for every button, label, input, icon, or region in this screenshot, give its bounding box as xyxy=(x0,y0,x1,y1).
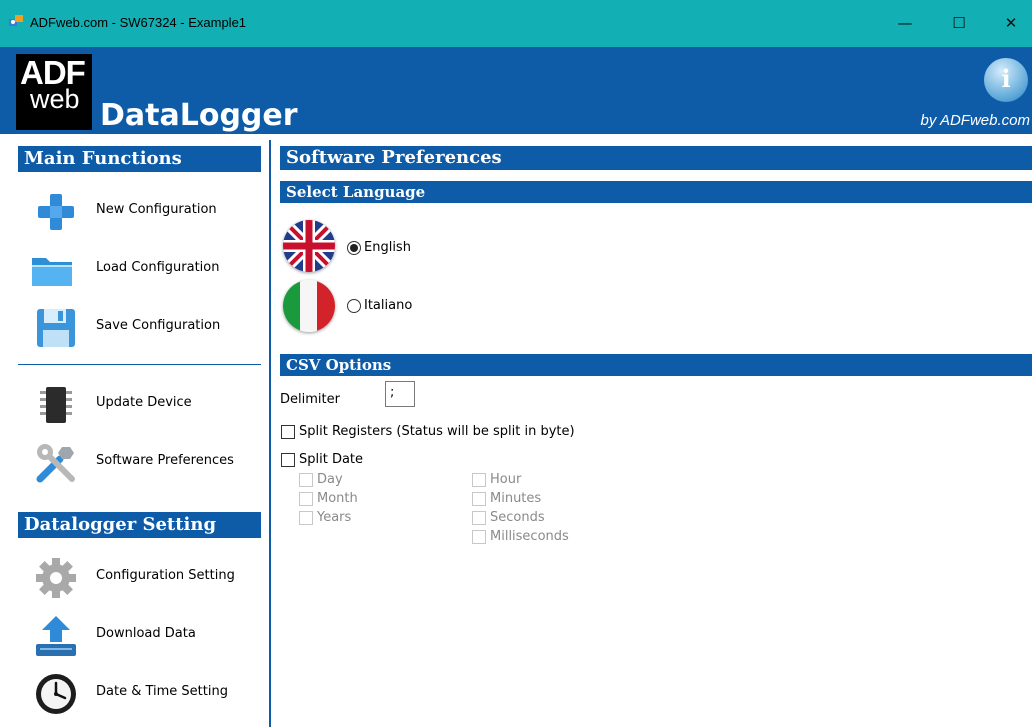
day-checkbox[interactable]: Day xyxy=(299,472,343,487)
split-date-label: Split Date xyxy=(299,452,364,467)
download-data-label: Download Data xyxy=(96,626,196,641)
years-label: Years xyxy=(317,510,352,525)
adfweb-logo: ADF web xyxy=(16,54,92,130)
seconds-label: Seconds xyxy=(490,510,545,525)
milliseconds-checkbox[interactable]: Milliseconds xyxy=(472,529,569,544)
delimiter-input[interactable]: ; xyxy=(385,381,415,407)
byline: by ADFweb.com xyxy=(920,112,1030,129)
years-checkbox[interactable]: Years xyxy=(299,510,351,525)
chip-icon xyxy=(40,387,72,423)
split-registers-label: Split Registers (Status will be split in… xyxy=(299,424,575,439)
checkbox-box[interactable] xyxy=(299,472,313,487)
select-language-heading: Select Language xyxy=(280,181,1032,203)
update-device-label: Update Device xyxy=(96,395,192,410)
split-date-checkbox[interactable]: Split Date xyxy=(281,452,363,467)
uk-flag-icon[interactable] xyxy=(283,220,335,272)
minutes-label: Minutes xyxy=(490,491,542,506)
language-italiano-radio[interactable]: Italiano xyxy=(347,298,412,313)
seconds-checkbox[interactable]: Seconds xyxy=(472,510,545,525)
checkbox-box[interactable] xyxy=(472,491,486,506)
checkbox-box[interactable] xyxy=(299,491,313,506)
app-name: DataLogger xyxy=(100,98,298,133)
checkbox-box[interactable] xyxy=(472,529,486,544)
configuration-setting-item[interactable]: Configuration Setting xyxy=(18,550,261,604)
milliseconds-label: Milliseconds xyxy=(490,529,569,544)
download-icon xyxy=(36,616,76,656)
checkbox-box[interactable] xyxy=(281,452,295,467)
datalogger-setting-heading: Datalogger Setting xyxy=(18,512,261,538)
clock-icon xyxy=(36,674,76,714)
new-configuration-item[interactable]: New Configuration xyxy=(18,184,261,238)
hour-checkbox[interactable]: Hour xyxy=(472,472,521,487)
close-button[interactable]: ✕ xyxy=(988,8,1032,38)
language-italiano-label: Italiano xyxy=(364,298,413,313)
split-registers-checkbox[interactable]: Split Registers (Status will be split in… xyxy=(281,424,575,439)
sidebar-separator xyxy=(18,364,261,365)
checkbox-box[interactable] xyxy=(472,472,486,487)
minimize-button[interactable]: — xyxy=(882,8,928,38)
main-functions-heading: Main Functions xyxy=(18,146,261,172)
page-title: Software Preferences xyxy=(280,146,1032,170)
csv-options-heading: CSV Options xyxy=(280,354,1032,376)
radio-circle[interactable] xyxy=(347,240,361,255)
download-data-item[interactable]: Download Data xyxy=(18,608,261,662)
checkbox-box[interactable] xyxy=(281,424,295,439)
update-device-item[interactable]: Update Device xyxy=(18,377,261,431)
day-label: Day xyxy=(317,472,343,487)
new-configuration-label: New Configuration xyxy=(96,202,217,217)
load-configuration-item[interactable]: Load Configuration xyxy=(18,242,261,296)
save-configuration-label: Save Configuration xyxy=(96,318,221,333)
radio-selected-dot xyxy=(350,243,358,252)
date-time-setting-label: Date & Time Setting xyxy=(96,684,228,699)
month-label: Month xyxy=(317,491,358,506)
app-icon xyxy=(9,15,23,26)
hour-label: Hour xyxy=(490,472,522,487)
folder-icon xyxy=(32,258,72,286)
plus-icon xyxy=(38,194,74,230)
maximize-button[interactable]: ☐ xyxy=(936,8,982,38)
sidebar-divider xyxy=(269,140,271,727)
minutes-checkbox[interactable]: Minutes xyxy=(472,491,541,506)
radio-circle[interactable] xyxy=(347,298,361,313)
window-titlebar: ADFweb.com - SW67324 - Example1 — ☐ ✕ xyxy=(0,0,1032,47)
tools-icon xyxy=(36,444,75,483)
language-english-label: English xyxy=(364,240,411,255)
checkbox-box[interactable] xyxy=(299,510,313,525)
load-configuration-label: Load Configuration xyxy=(96,260,220,275)
delimiter-label: Delimiter xyxy=(280,392,340,407)
info-icon[interactable]: i xyxy=(984,58,1028,102)
month-checkbox[interactable]: Month xyxy=(299,491,358,506)
software-preferences-label: Software Preferences xyxy=(96,453,234,468)
software-preferences-item[interactable]: Software Preferences xyxy=(18,435,261,489)
language-english-radio[interactable]: English xyxy=(347,240,411,255)
gear-icon xyxy=(36,558,76,598)
date-time-setting-item[interactable]: Date & Time Setting xyxy=(18,666,261,720)
window-title: ADFweb.com - SW67324 - Example1 xyxy=(30,15,247,30)
configuration-setting-label: Configuration Setting xyxy=(96,568,235,583)
save-configuration-item[interactable]: Save Configuration xyxy=(18,300,261,354)
italy-flag-icon[interactable] xyxy=(283,280,335,332)
checkbox-box[interactable] xyxy=(472,510,486,525)
floppy-disk-icon xyxy=(37,309,75,347)
